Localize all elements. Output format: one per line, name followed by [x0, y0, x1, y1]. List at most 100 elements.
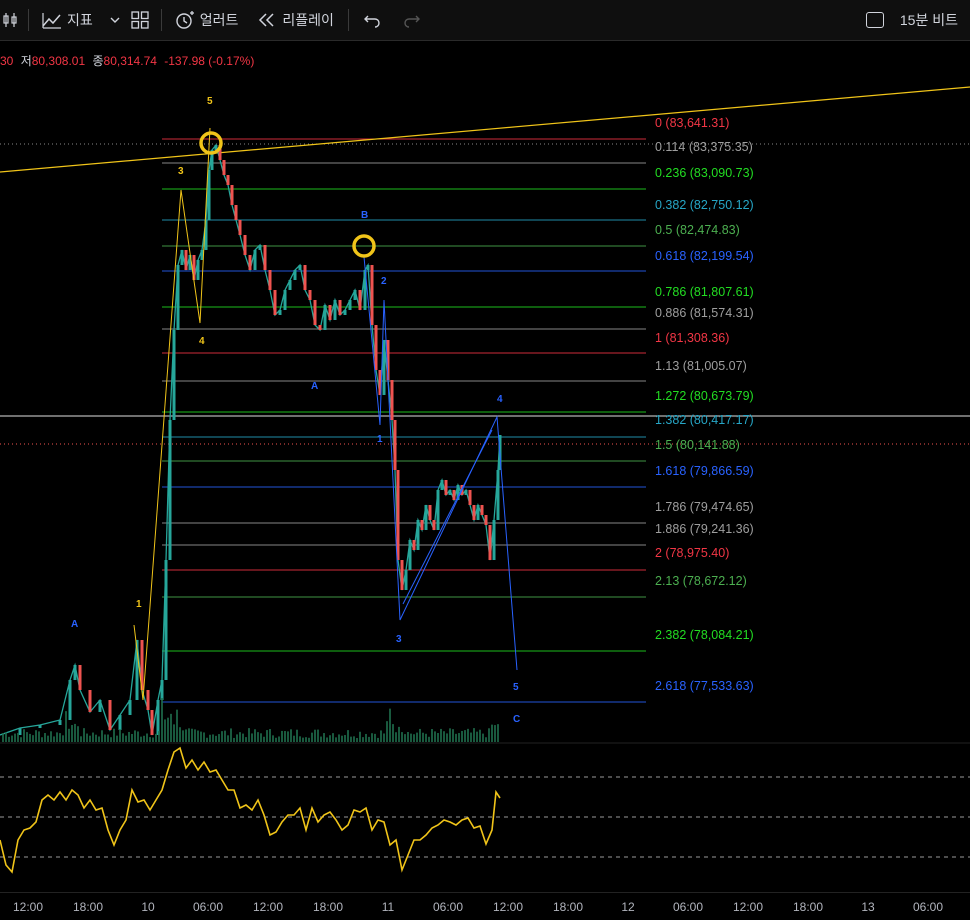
volume-bar	[377, 737, 379, 742]
time-axis-tick: 10	[141, 900, 155, 914]
wave-label: 2	[381, 276, 387, 287]
volume-bar	[176, 709, 178, 742]
price-candle	[328, 305, 332, 320]
indicators-button[interactable]: 지표	[41, 0, 93, 40]
volume-bar	[344, 735, 346, 742]
volume-bar	[287, 731, 289, 742]
fib-level-label: 1.382 (80,417.17)	[655, 413, 754, 427]
volume-bar	[260, 733, 262, 742]
indicators-dropdown[interactable]	[109, 0, 121, 40]
volume-bar	[461, 730, 463, 742]
price-candle	[268, 270, 272, 290]
volume-bar	[101, 730, 103, 742]
candlestick-icon	[3, 13, 17, 27]
time-axis[interactable]: 12:00 18:00 10 06:00 12:00 18:00 11 06:00 12:00 1…	[0, 892, 970, 920]
price-candle	[226, 175, 230, 185]
wave-label: 1	[136, 599, 142, 610]
price-candle	[464, 490, 468, 495]
volume-bar	[23, 729, 25, 742]
volume-bar	[263, 736, 265, 742]
price-candle	[374, 325, 378, 370]
volume-bar	[479, 729, 481, 742]
volume-bar	[182, 730, 184, 742]
volume-bar	[137, 731, 139, 742]
volume-bar	[131, 733, 133, 742]
volume-bar	[29, 733, 31, 742]
volume-bar	[356, 737, 358, 742]
price-candle	[263, 245, 267, 270]
price-candle	[358, 290, 362, 310]
volume-bar	[104, 734, 106, 742]
volume-bar	[113, 728, 115, 742]
volume-bar	[8, 736, 10, 742]
price-candle	[288, 280, 292, 290]
price-candle	[156, 700, 160, 735]
volume-bar	[77, 726, 79, 742]
volume-bar	[491, 724, 493, 742]
price-candle	[370, 265, 374, 325]
price-candle	[38, 725, 42, 728]
ohlc-legend: 30 저80,308.01 종80,314.74 -137.98 (-0.17%…	[0, 52, 254, 69]
chart-toolbar: 지표 얼러트 리플레이 15분 비트	[0, 0, 970, 41]
legend-low-label: 저	[20, 54, 32, 68]
volume-bar	[62, 735, 64, 742]
wave-label: 3	[396, 634, 402, 645]
volume-bar	[116, 735, 118, 742]
alerts-button[interactable]: 얼러트	[174, 0, 238, 40]
price-candle	[238, 220, 242, 235]
volume-bar	[239, 732, 241, 742]
price-candle	[436, 490, 440, 530]
volume-bar	[362, 737, 364, 742]
volume-bar	[143, 735, 145, 742]
price-candle	[448, 490, 452, 495]
price-candle	[412, 540, 416, 550]
volume-bar	[476, 731, 478, 742]
volume-bar	[146, 733, 148, 742]
volume-bar	[341, 735, 343, 742]
price-candle	[492, 520, 496, 560]
price-candle	[298, 265, 302, 270]
volume-bar	[206, 737, 208, 742]
volume-bar	[350, 736, 352, 742]
volume-bar	[353, 736, 355, 742]
bar-replay-toggle[interactable]: 15분 비트	[865, 0, 958, 40]
volume-bar	[173, 724, 175, 742]
volume-bar	[95, 734, 97, 742]
volume-bar	[497, 724, 499, 742]
volume-bar	[332, 733, 334, 742]
candle-style-button[interactable]	[2, 0, 20, 40]
price-candle	[88, 690, 92, 712]
volume-bar	[275, 737, 277, 742]
volume-bar	[152, 737, 154, 742]
price-candle	[480, 505, 484, 515]
price-candle	[108, 700, 112, 730]
volume-bar	[164, 719, 166, 742]
price-candle	[278, 310, 282, 315]
volume-bar	[188, 728, 190, 742]
price-candle	[400, 560, 404, 590]
price-candle	[118, 715, 122, 730]
volume-bar	[299, 736, 301, 742]
price-candle	[234, 205, 238, 220]
volume-bar	[191, 728, 193, 742]
wave-label: 5	[513, 682, 519, 693]
alarm-clock-icon	[176, 11, 194, 29]
volume-bar	[35, 730, 37, 742]
chart-canvas[interactable]	[0, 42, 970, 892]
volume-bar	[425, 733, 427, 742]
redo-button[interactable]	[401, 0, 421, 40]
volume-bar	[365, 733, 367, 742]
fib-level-label: 0.886 (81,574.31)	[655, 306, 754, 320]
volume-bar	[482, 733, 484, 742]
toggle-checkbox[interactable]	[865, 12, 884, 28]
price-candle	[172, 330, 176, 420]
fib-level-label: 0.5 (82,474.83)	[655, 223, 740, 237]
volume-bar	[20, 737, 22, 742]
volume-bar	[374, 733, 376, 742]
replay-button[interactable]: 리플레이	[258, 0, 334, 40]
layouts-button[interactable]	[131, 0, 149, 40]
volume-bar	[215, 735, 217, 742]
time-axis-tick: 12:00	[732, 900, 764, 914]
undo-button[interactable]	[363, 0, 383, 40]
volume-bar	[386, 721, 388, 742]
